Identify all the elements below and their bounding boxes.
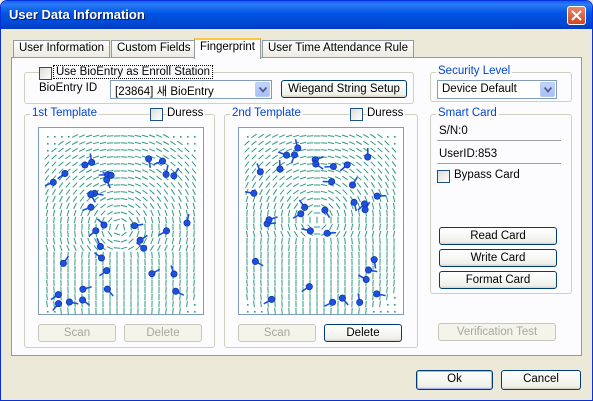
security-level-select[interactable]: Device Default [437,80,557,99]
write-card-button[interactable]: Write Card [439,249,557,267]
cancel-button[interactable]: Cancel [501,370,581,390]
verification-test-button[interactable]: Verification Test [438,323,556,341]
wiegand-string-setup-button[interactable]: Wiegand String Setup [281,80,407,98]
close-icon [571,10,582,21]
chevron-down-icon [259,87,267,93]
format-card-button[interactable]: Format Card [439,271,557,289]
chevron-down-icon [544,87,552,93]
tab-user-information[interactable]: User Information [13,40,111,58]
tab-user-time-attendance-rule[interactable]: User Time Attendance Rule [262,40,414,58]
first-delete-button[interactable]: Delete [124,324,202,342]
first-fingerprint-image [38,127,204,315]
smart-card-label: Smart Card [436,107,499,119]
user-data-dialog: User Data Information User Information C… [0,0,593,401]
first-scan-button[interactable]: Scan [38,324,116,342]
second-scan-button[interactable]: Scan [238,324,316,342]
smart-card-group: Smart Card S/N:0 UserID:853 Bypass Card … [430,107,572,294]
second-template-group: 2nd Template Duress Scan Delete [224,107,418,348]
close-button[interactable] [567,6,586,25]
second-duress-checkbox[interactable] [350,108,363,121]
first-template-group: 1st Template Duress Scan Delete [24,107,215,348]
use-bioentry-label: Use BioEntry as Enroll Station [53,65,214,79]
fingerprint-icon [244,133,397,315]
second-template-label: 2nd Template [230,107,303,119]
tab-fingerprint[interactable]: Fingerprint [194,38,261,59]
read-card-button[interactable]: Read Card [439,227,557,245]
ok-button[interactable]: Ok [416,370,493,390]
bioentry-id-select[interactable]: [23864] 새 BioEntry [110,80,272,99]
title-bar[interactable]: User Data Information [1,1,592,29]
dropdown-button[interactable] [255,82,270,97]
dropdown-button[interactable] [540,82,555,97]
fingerprint-icon [44,134,197,315]
use-bioentry-checkbox[interactable] [39,67,52,80]
card-serial-number: S/N:0 [437,123,561,141]
second-duress-label: Duress [367,107,406,119]
bypass-card-label: Bypass Card [454,169,520,181]
tab-custom-fields[interactable]: Custom Fields [111,40,197,58]
card-user-id: UserID:853 [437,146,561,164]
enroll-station-group: Use BioEntry as Enroll Station BioEntry … [24,65,414,104]
bioentry-id-value: [23864] 새 BioEntry [115,86,214,98]
second-fingerprint-image [238,127,404,315]
security-level-value: Device Default [442,83,517,95]
window-title: User Data Information [9,7,145,22]
bioentry-id-label: BioEntry ID [39,82,98,94]
first-duress-checkbox[interactable] [150,108,163,121]
first-duress-label: Duress [167,107,206,119]
security-level-label: Security Level [436,65,513,77]
bypass-card-checkbox[interactable] [437,170,450,183]
security-level-group: Security Level Device Default [430,65,572,102]
first-template-label: 1st Template [30,107,99,119]
fingerprint-panel: Use BioEntry as Enroll Station BioEntry … [11,57,582,356]
second-delete-button[interactable]: Delete [324,324,402,342]
